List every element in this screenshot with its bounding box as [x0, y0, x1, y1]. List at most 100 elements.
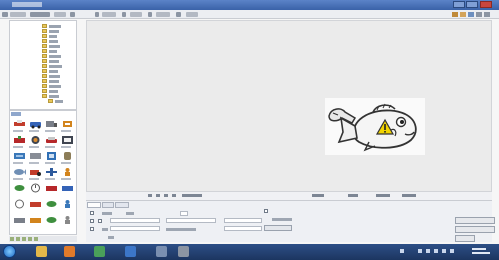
sprite-battery[interactable]	[13, 151, 26, 161]
person-icon	[65, 168, 70, 176]
sprite-item[interactable]	[13, 199, 26, 209]
explorer-icon[interactable]	[36, 246, 47, 257]
property-field[interactable]	[110, 218, 160, 223]
palette-nav-icon[interactable]	[10, 237, 14, 241]
sprite-motor[interactable]	[45, 151, 58, 161]
property-field[interactable]	[180, 211, 188, 216]
property-checkbox[interactable]	[98, 219, 102, 223]
right-button[interactable]	[455, 226, 495, 233]
tray-icon[interactable]	[434, 249, 438, 253]
property-field[interactable]	[224, 226, 262, 231]
property-checkbox[interactable]	[90, 227, 94, 231]
close-button[interactable]	[480, 1, 492, 8]
property-checkbox[interactable]	[264, 209, 268, 213]
sprite-hammer[interactable]	[61, 119, 74, 129]
toolbar-button[interactable]	[122, 12, 126, 17]
tab-events[interactable]	[102, 202, 114, 208]
tray-icon[interactable]	[450, 249, 454, 253]
toolbar-button[interactable]	[176, 12, 181, 17]
property-checkbox[interactable]	[90, 219, 94, 223]
toolbar-button[interactable]	[102, 12, 116, 17]
status-item	[376, 194, 390, 197]
sprite-barrel[interactable]	[61, 151, 74, 161]
clock-date	[472, 252, 490, 254]
property-field[interactable]	[166, 218, 216, 223]
palette-nav-icon[interactable]	[34, 237, 38, 241]
stage-canvas[interactable]	[86, 20, 492, 192]
sprite-engine[interactable]	[29, 135, 42, 145]
tab-actions[interactable]	[115, 202, 129, 208]
minimize-button[interactable]	[453, 1, 465, 8]
tray-icon[interactable]	[400, 249, 404, 253]
selected-sprite[interactable]	[325, 98, 425, 155]
sprite-item[interactable]	[61, 199, 74, 209]
right-button[interactable]	[455, 217, 495, 224]
app-icon[interactable]	[125, 246, 136, 257]
sprite-item[interactable]	[61, 215, 74, 225]
toolbar-button[interactable]	[95, 12, 99, 17]
sprite-fish[interactable]	[13, 167, 26, 177]
sprite-person[interactable]	[61, 167, 74, 177]
toolbar-icon[interactable]	[476, 12, 482, 17]
sprite-box[interactable]	[13, 135, 26, 145]
sprite-item[interactable]	[13, 215, 26, 225]
sprite-leaf[interactable]	[13, 183, 26, 193]
toolbar-button[interactable]	[148, 12, 152, 17]
sprite-cars[interactable]	[29, 119, 42, 129]
sprite-item[interactable]	[45, 183, 58, 193]
toolbar-button[interactable]	[70, 12, 75, 17]
app-icon[interactable]	[94, 246, 105, 257]
taskbar-clock[interactable]	[470, 247, 490, 256]
toolbar	[0, 10, 499, 19]
tray-icon[interactable]	[426, 249, 430, 253]
property-button[interactable]	[264, 225, 292, 231]
window-title-bar[interactable]	[0, 0, 499, 10]
sprite-wrench[interactable]	[61, 135, 74, 145]
toolbar-button[interactable]	[130, 12, 142, 17]
toolbar-button[interactable]	[156, 12, 170, 17]
palette-footer	[9, 236, 77, 242]
sprite-truck[interactable]	[45, 119, 58, 129]
maximize-button[interactable]	[466, 1, 478, 8]
palette-nav-icon[interactable]	[28, 237, 32, 241]
tab-properties[interactable]	[87, 202, 101, 208]
sprite-clock[interactable]	[29, 183, 42, 193]
palette-nav-icon[interactable]	[22, 237, 26, 241]
app-icon[interactable]	[156, 246, 167, 257]
property-field[interactable]	[224, 218, 262, 223]
toolbar-button[interactable]	[2, 12, 8, 17]
right-checkbox[interactable]	[455, 235, 475, 242]
sprite-tractor[interactable]	[29, 167, 42, 177]
sprite-item[interactable]	[29, 215, 42, 225]
property-field[interactable]	[110, 226, 160, 231]
toolbar-button[interactable]	[54, 12, 66, 17]
sprite-item[interactable]	[29, 199, 42, 209]
sprite-item[interactable]	[61, 183, 74, 193]
tray-icon[interactable]	[442, 249, 446, 253]
cars-icon	[30, 122, 41, 129]
app-icon[interactable]	[178, 246, 189, 257]
toolbar-button[interactable]	[186, 12, 198, 17]
sprite-plane[interactable]	[45, 167, 58, 177]
sprite-item[interactable]	[45, 199, 58, 209]
person-icon	[65, 200, 70, 208]
sprite-car[interactable]	[45, 135, 58, 145]
sprite-tools[interactable]	[13, 119, 26, 129]
status-item	[182, 194, 202, 197]
palette-nav-icon[interactable]	[16, 237, 20, 241]
toolbar-icon[interactable]	[468, 12, 474, 17]
leaf-icon	[14, 185, 25, 191]
sprite-item[interactable]	[45, 215, 58, 225]
toolbar-button[interactable]	[30, 12, 50, 17]
plane-icon	[46, 168, 57, 176]
toolbar-icon[interactable]	[452, 12, 458, 17]
toolbar-icon[interactable]	[460, 12, 466, 17]
start-button[interactable]	[3, 245, 16, 258]
sprite-trailer[interactable]	[29, 151, 42, 161]
media-icon[interactable]	[64, 246, 75, 257]
property-checkbox[interactable]	[90, 211, 94, 215]
toolbar-button[interactable]	[10, 12, 26, 17]
tray-icon[interactable]	[418, 249, 422, 253]
toolbar-icon[interactable]	[484, 12, 490, 17]
project-tree[interactable]	[9, 20, 77, 110]
